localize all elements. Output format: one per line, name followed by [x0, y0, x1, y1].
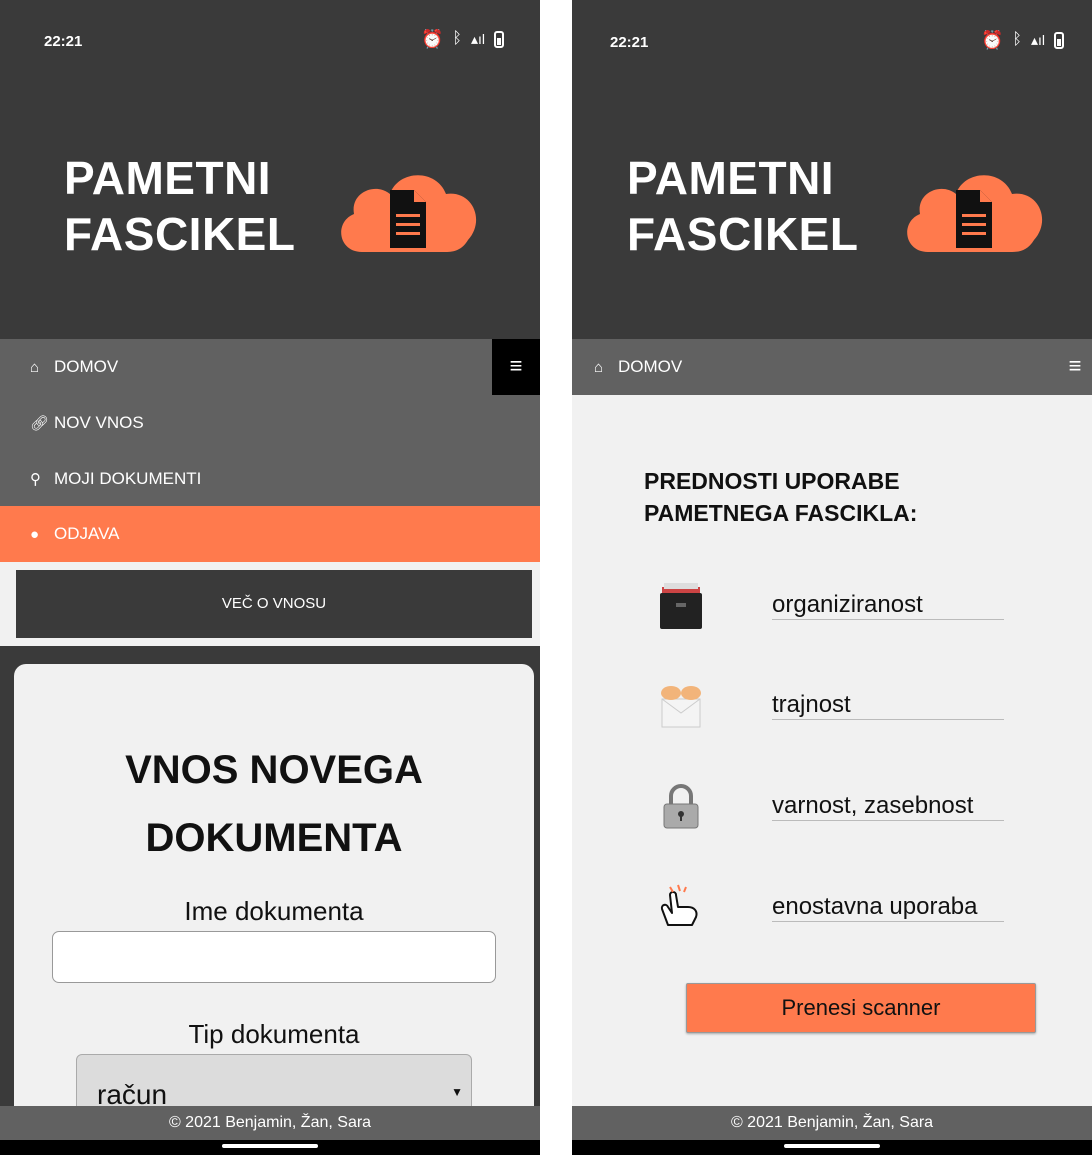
logo-text: PAMETNI FASCIKEL	[627, 152, 859, 260]
status-bar: 22:21 ⏰ ᛒ ▴ıl	[0, 0, 540, 84]
new-document-form: VNOS NOVEGA DOKUMENTA Ime dokumenta Tip …	[14, 664, 534, 1155]
benefit-label: enostavna uporaba	[772, 893, 1004, 922]
nav-logout[interactable]: ● ODJAVA	[0, 506, 540, 562]
phone-screen-right: 22:21 ⏰ ᛒ ▴ıl PAMETNI FASCIKEL ⌂DOMOV ≡	[572, 0, 1092, 1155]
status-time: 22:21	[610, 34, 649, 51]
footer: © 2021 Benjamin, Žan, Sara	[0, 1106, 540, 1140]
pointing-hand-icon	[660, 884, 698, 926]
system-nav-bar	[0, 1140, 540, 1155]
document-type-label: Tip dokumenta	[188, 1019, 360, 1049]
cloud-document-logo-icon	[907, 175, 1043, 252]
benefit-item: organiziranost	[572, 581, 1092, 641]
logo-text: PAMETNI FASCIKEL	[64, 152, 296, 260]
battery-icon	[1054, 31, 1064, 49]
hands-envelope-icon	[661, 686, 701, 728]
hamburger-icon: ≡	[1068, 353, 1082, 378]
search-icon: ⚲	[30, 471, 41, 488]
nav-new-entry[interactable]: 🔗︎ NOV VNOS	[0, 395, 540, 451]
benefit-item: varnost, zasebnost	[572, 782, 1092, 842]
menu-toggle-button[interactable]: ≡	[492, 339, 540, 395]
paperclip-icon: 🔗︎	[30, 415, 50, 432]
home-icon: ⌂	[594, 359, 604, 376]
more-about-entry-button[interactable]: VEČ O VNOSU	[16, 570, 532, 638]
nav-dropdown-menu: 🔗︎ NOV VNOS ⚲ MOJI DOKUMENTI ● ODJAVA	[0, 395, 540, 562]
app-header: PAMETNI FASCIKEL	[0, 84, 540, 339]
form-section: VNOS NOVEGA DOKUMENTA Ime dokumenta Tip …	[0, 646, 540, 1155]
home-indicator[interactable]	[784, 1144, 880, 1148]
phone-screen-left: 22:21 ⏰ ᛒ ▴ıl PAMETNI FASCIKEL ⌂DOMOV ≡	[0, 0, 540, 1155]
status-icons: ⏰ ᛒ ▴ıl	[981, 31, 1064, 49]
benefit-item: trajnost	[572, 681, 1092, 741]
hamburger-icon: ≡	[509, 353, 523, 378]
status-time: 22:21	[44, 33, 83, 50]
nav-home[interactable]: ⌂ DOMOV	[0, 339, 492, 395]
form-title: VNOS NOVEGA DOKUMENTA	[125, 748, 423, 860]
alarm-icon: ⏰	[980, 30, 1004, 50]
home-icon: ⌂	[30, 359, 40, 376]
home-indicator[interactable]	[222, 1144, 318, 1148]
document-name-label: Ime dokumenta	[184, 896, 364, 926]
document-name-input[interactable]	[52, 931, 496, 983]
cloud-document-logo-icon	[341, 175, 477, 252]
benefit-label: varnost, zasebnost	[772, 792, 1004, 821]
benefit-label: trajnost	[772, 691, 1004, 720]
benefit-label: organiziranost	[772, 591, 1004, 620]
nav-my-documents[interactable]: ⚲ MOJI DOKUMENTI	[0, 451, 540, 507]
status-icons: ⏰ ᛒ ▴ıl	[421, 30, 504, 48]
file-box-icon	[660, 583, 702, 629]
top-nav: ⌂ DOMOV ≡	[0, 339, 540, 395]
footer: © 2021 Benjamin, Žan, Sara	[572, 1106, 1092, 1140]
status-bar: 22:21 ⏰ ᛒ ▴ıl	[572, 0, 1092, 84]
app-header: PAMETNI FASCIKEL	[572, 84, 1092, 339]
bluetooth-icon: ᛒ	[452, 30, 462, 47]
benefits-section: PREDNOSTI UPORABE PAMETNEGA FASCIKLA: or…	[572, 395, 1092, 1106]
wifi-signal-icon: ▴ıl	[1030, 32, 1045, 48]
lock-icon	[663, 784, 699, 829]
system-nav-bar	[572, 1140, 1092, 1155]
download-scanner-button[interactable]: Prenesi scanner	[686, 983, 1036, 1033]
benefit-item: enostavna uporaba	[572, 883, 1092, 943]
bluetooth-icon: ᛒ	[1012, 31, 1022, 48]
alarm-icon: ⏰	[420, 29, 444, 49]
top-nav: ⌂ DOMOV ≡	[572, 339, 1092, 395]
info-section: VEČ O VNOSU	[0, 562, 540, 646]
nav-home[interactable]: ⌂ DOMOV	[572, 339, 1044, 395]
user-icon: ●	[30, 526, 40, 543]
dropdown-arrow-icon: ▼	[451, 1085, 463, 1099]
battery-icon	[494, 30, 504, 48]
benefits-heading: PREDNOSTI UPORABE PAMETNEGA FASCIKLA:	[644, 468, 918, 526]
wifi-signal-icon: ▴ıl	[470, 31, 485, 47]
menu-toggle-button[interactable]: ≡	[1058, 339, 1092, 395]
